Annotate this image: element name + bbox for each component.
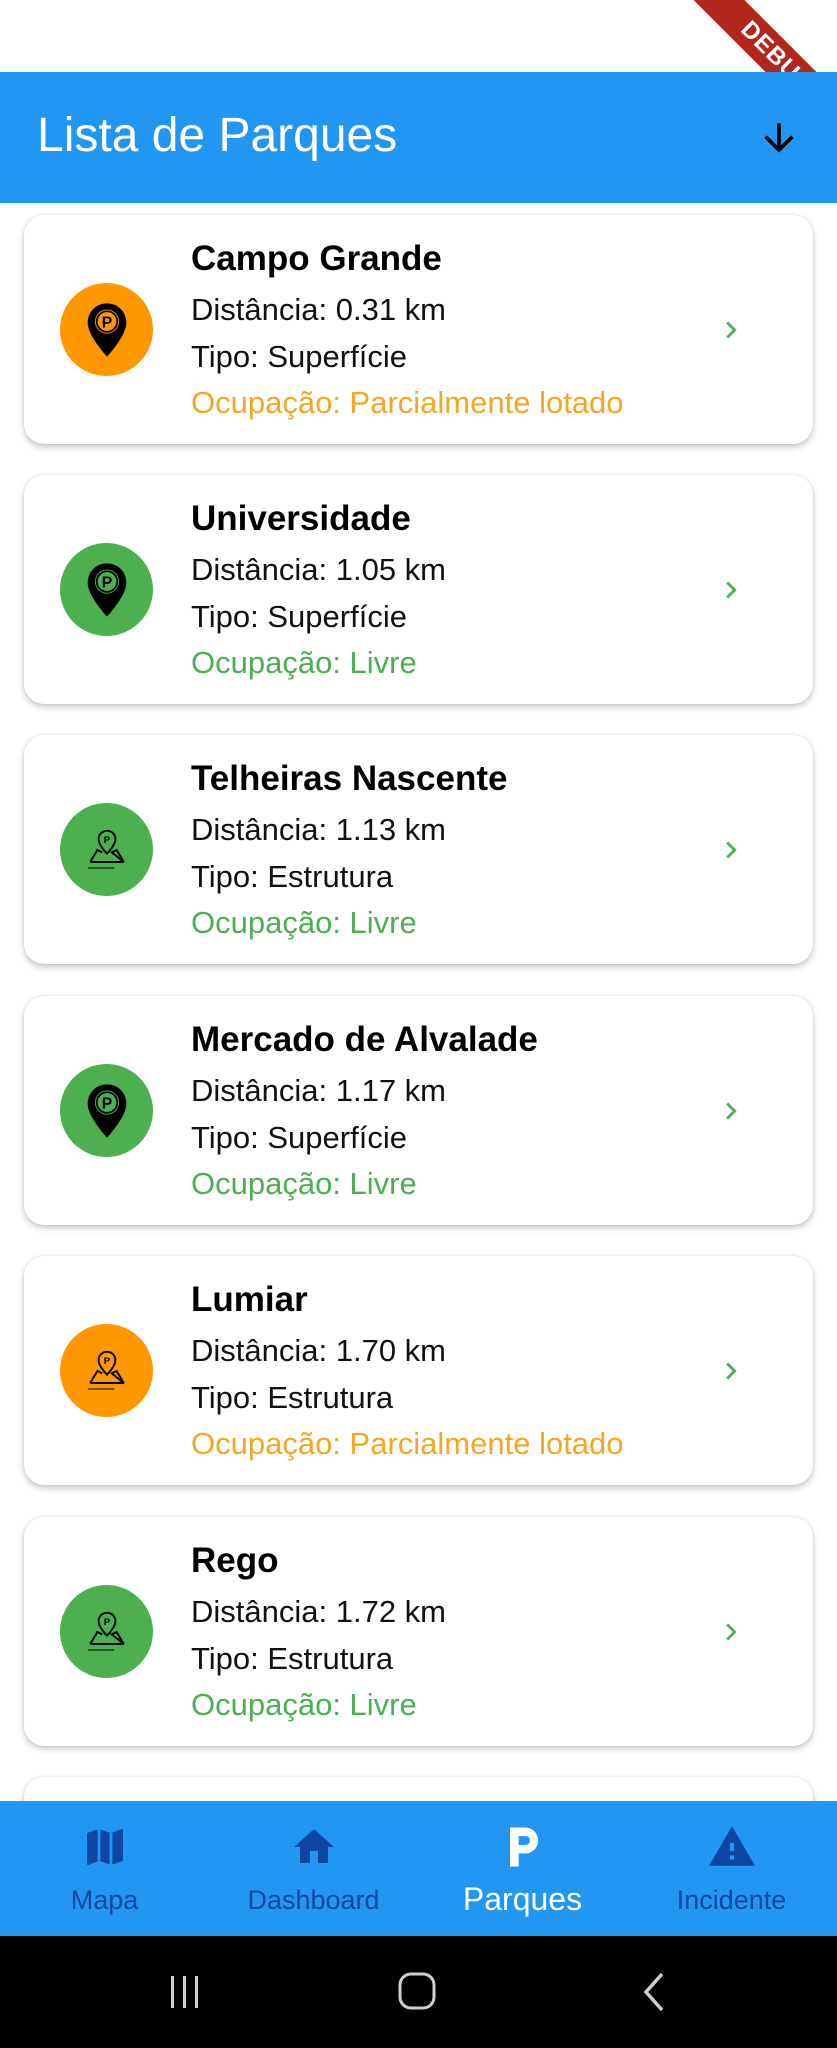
park-name: Mercado de Alvalade bbox=[191, 1020, 538, 1059]
park-distance: Distância: 1.17 km bbox=[191, 1073, 446, 1108]
park-type: Tipo: Superfície bbox=[191, 599, 407, 634]
chevron-right-icon[interactable] bbox=[714, 313, 748, 347]
recent-apps-icon[interactable] bbox=[165, 1972, 205, 2012]
home-icon bbox=[288, 1821, 340, 1873]
park-name: Lumiar bbox=[191, 1280, 308, 1319]
park-distance: Distância: 0.31 km bbox=[191, 292, 446, 327]
park-occupancy: Ocupação: Livre bbox=[191, 1166, 417, 1201]
park-distance: Distância: 1.70 km bbox=[191, 1333, 446, 1368]
park-card[interactable]: P Telheiras Nascente Distância: 1.13 km … bbox=[24, 735, 813, 964]
sort-button[interactable] bbox=[747, 106, 811, 170]
park-name: Universidade bbox=[191, 499, 411, 538]
park-distance: Distância: 1.05 km bbox=[191, 552, 446, 587]
park-distance: Distância: 1.13 km bbox=[191, 812, 446, 847]
app-bar: Lista de Parques bbox=[0, 72, 837, 203]
park-type: Tipo: Superfície bbox=[191, 339, 407, 374]
park-list[interactable]: P Campo Grande Distância: 0.31 km Tipo: … bbox=[0, 203, 837, 1801]
park-occupancy: Ocupação: Livre bbox=[191, 905, 417, 940]
home-button-icon[interactable] bbox=[396, 1970, 440, 2014]
chevron-right-icon[interactable] bbox=[714, 573, 748, 607]
park-card[interactable]: P Lumiar Distância: 1.70 km Tipo: Estrut… bbox=[24, 1256, 813, 1485]
map-icon bbox=[79, 1821, 131, 1873]
nav-label: Dashboard bbox=[247, 1885, 380, 1915]
park-card[interactable]: P Campo Grande Distância: 0.31 km Tipo: … bbox=[24, 215, 813, 444]
chevron-right-icon[interactable] bbox=[714, 1094, 748, 1128]
svg-text:P: P bbox=[101, 1095, 111, 1112]
nav-label: Parques bbox=[462, 1881, 583, 1917]
parking-map-icon: P bbox=[60, 1585, 153, 1678]
chevron-right-icon[interactable] bbox=[714, 833, 748, 867]
parking-pin-icon: P bbox=[60, 1064, 153, 1157]
system-navigation-bar bbox=[0, 1936, 837, 2048]
nav-item-mapa[interactable]: Mapa bbox=[0, 1801, 209, 1936]
park-distance: Distância: 1.72 km bbox=[191, 1594, 446, 1629]
parking-map-icon: P bbox=[60, 803, 153, 896]
chevron-right-icon[interactable] bbox=[714, 1615, 748, 1649]
nav-item-parques[interactable]: Parques bbox=[418, 1801, 627, 1936]
svg-text:P: P bbox=[103, 1355, 110, 1366]
park-type: Tipo: Superfície bbox=[191, 1120, 407, 1155]
nav-item-dashboard[interactable]: Dashboard bbox=[209, 1801, 418, 1936]
park-card[interactable]: P Mercado de Alvalade Distância: 1.17 km… bbox=[24, 996, 813, 1225]
page-title: Lista de Parques bbox=[37, 109, 398, 162]
back-button-icon[interactable] bbox=[636, 1970, 676, 2014]
park-type: Tipo: Estrutura bbox=[191, 1641, 394, 1676]
nav-label: Incidente bbox=[676, 1885, 787, 1915]
parking-map-icon: P bbox=[60, 1324, 153, 1417]
svg-text:P: P bbox=[101, 574, 111, 591]
arrow-down-icon bbox=[764, 123, 794, 153]
svg-text:P: P bbox=[103, 834, 110, 845]
nav-label: Mapa bbox=[70, 1885, 139, 1915]
nav-item-incidente[interactable]: Incidente bbox=[627, 1801, 836, 1936]
park-occupancy: Ocupação: Parcialmente lotado bbox=[191, 385, 624, 420]
park-name: Rego bbox=[191, 1541, 279, 1580]
warning-icon bbox=[706, 1821, 758, 1873]
park-card-partial[interactable] bbox=[24, 1777, 813, 1801]
park-card[interactable]: P Universidade Distância: 1.05 km Tipo: … bbox=[24, 475, 813, 704]
svg-text:P: P bbox=[101, 314, 111, 331]
park-name: Telheiras Nascente bbox=[191, 759, 508, 798]
svg-text:P: P bbox=[103, 1616, 110, 1627]
park-card[interactable]: P Rego Distância: 1.72 km Tipo: Estrutur… bbox=[24, 1517, 813, 1746]
parking-p-icon bbox=[497, 1821, 549, 1873]
park-type: Tipo: Estrutura bbox=[191, 1380, 394, 1415]
park-occupancy: Ocupação: Parcialmente lotado bbox=[191, 1426, 624, 1461]
chevron-right-icon[interactable] bbox=[714, 1354, 748, 1388]
parking-pin-icon: P bbox=[60, 543, 153, 636]
park-occupancy: Ocupação: Livre bbox=[191, 645, 417, 680]
park-type: Tipo: Estrutura bbox=[191, 859, 394, 894]
parking-pin-icon: P bbox=[60, 283, 153, 376]
bottom-navigation: Mapa Dashboard Parques Incidente bbox=[0, 1801, 837, 1936]
park-occupancy: Ocupação: Livre bbox=[191, 1687, 417, 1722]
park-name: Campo Grande bbox=[191, 239, 442, 278]
